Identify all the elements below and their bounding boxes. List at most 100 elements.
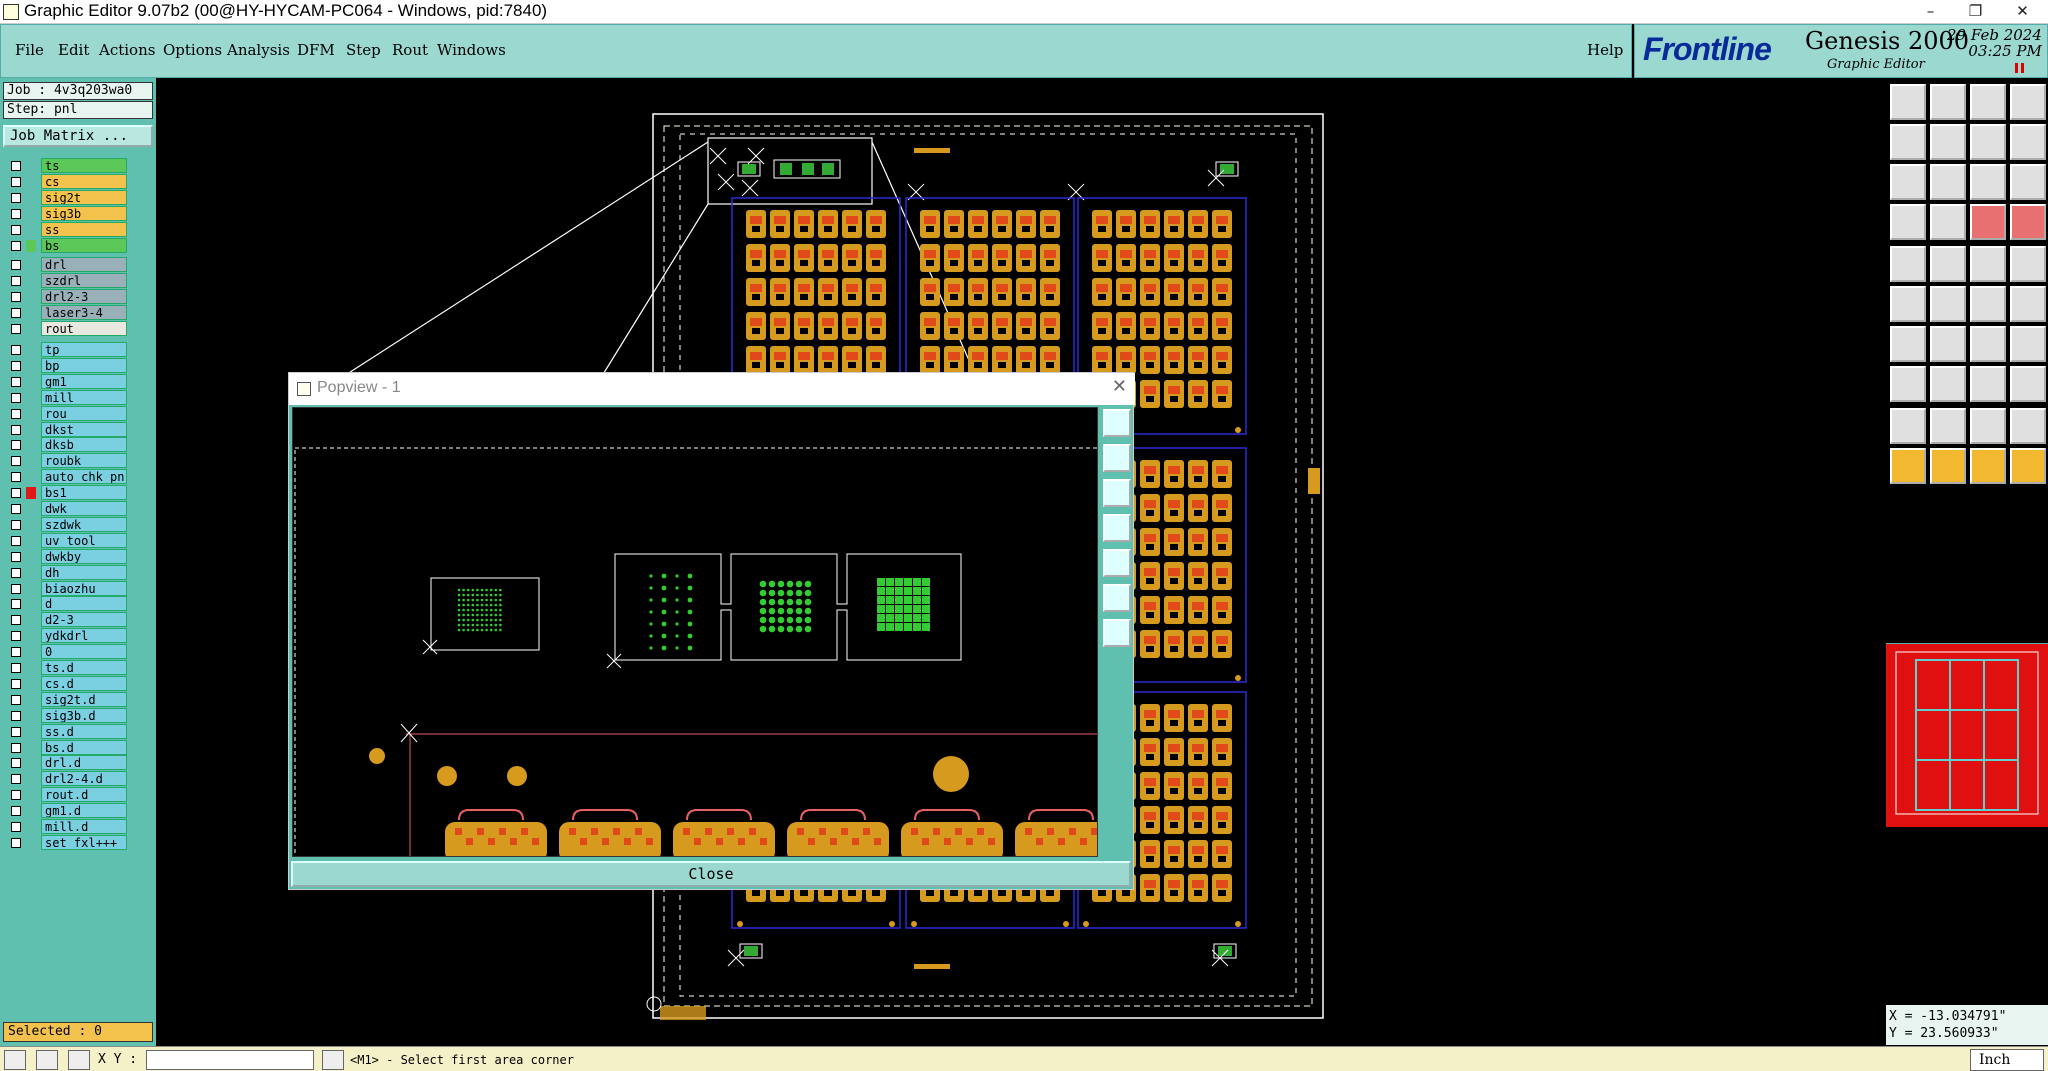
- layer-row[interactable]: sig2t.d: [4, 691, 127, 707]
- save-icon[interactable]: [1930, 84, 1966, 120]
- popview-window[interactable]: Popview - 1 ✕ Close: [288, 372, 1135, 890]
- layer-checkbox[interactable]: [11, 678, 21, 689]
- layer-checkbox[interactable]: [11, 583, 21, 594]
- layer-checkbox[interactable]: [11, 192, 21, 203]
- layer-row[interactable]: auto_chk_pn.: [4, 469, 127, 485]
- fit-icon[interactable]: [1890, 164, 1926, 200]
- layer-checkbox[interactable]: [11, 806, 21, 817]
- layer-checkbox[interactable]: [11, 535, 21, 546]
- dfm3-icon[interactable]: [1970, 408, 2006, 444]
- layer-checkbox[interactable]: [11, 440, 21, 451]
- layer-name[interactable]: tp: [41, 342, 127, 357]
- menu-dfm[interactable]: DFM: [297, 41, 335, 59]
- layer-checkbox[interactable]: [11, 323, 21, 334]
- layer-row[interactable]: sig3b: [4, 205, 127, 221]
- popview-zoom-out-icon[interactable]: [1103, 479, 1131, 507]
- snap-icon[interactable]: [1890, 366, 1926, 402]
- line-edit-icon[interactable]: [1890, 326, 1926, 362]
- layer-checkbox[interactable]: [11, 424, 21, 435]
- layer-name[interactable]: drl2-4.d: [41, 771, 127, 787]
- layer-name[interactable]: drl2-3: [41, 288, 127, 304]
- layer-checkbox[interactable]: [11, 307, 21, 318]
- menu-options[interactable]: Options: [163, 41, 222, 59]
- layer-row[interactable]: ydkdrl: [4, 628, 127, 644]
- layer-name[interactable]: bs1: [41, 485, 127, 501]
- layer-row[interactable]: uv_tool: [4, 532, 127, 548]
- ratio-icon[interactable]: [1970, 164, 2006, 200]
- layer-row[interactable]: dksb: [4, 437, 127, 453]
- layer-checkbox[interactable]: [11, 694, 21, 705]
- layer-checkbox[interactable]: [11, 376, 21, 387]
- layer-name[interactable]: ts.d: [41, 660, 127, 675]
- layer-checkbox[interactable]: [11, 240, 21, 251]
- layer-checkbox[interactable]: [11, 710, 21, 721]
- menu-help[interactable]: Help: [1587, 41, 1623, 59]
- layer-name[interactable]: 0: [41, 644, 127, 660]
- layer-name[interactable]: auto_chk_pn.: [41, 469, 127, 485]
- layer-row[interactable]: drl2-3: [4, 288, 127, 304]
- layer-checkbox[interactable]: [11, 742, 21, 753]
- maximize-button[interactable]: ❐: [1953, 0, 1998, 24]
- layer-checkbox[interactable]: [11, 456, 21, 467]
- layer-row[interactable]: tp: [4, 342, 127, 357]
- layer-name[interactable]: uv_tool: [41, 532, 127, 548]
- layer-name[interactable]: cs: [41, 173, 127, 189]
- popview-close-button[interactable]: Close: [291, 861, 1131, 887]
- filter-icon[interactable]: [1890, 204, 1926, 240]
- add-pad-icon[interactable]: [1890, 246, 1926, 282]
- layer-row[interactable]: rout.d: [4, 787, 127, 803]
- layer-name[interactable]: szdrl: [41, 272, 127, 288]
- menu-rout[interactable]: Rout: [392, 41, 428, 59]
- layer-row[interactable]: dh: [4, 564, 127, 580]
- layer-name[interactable]: szdwk: [41, 516, 127, 532]
- add-surface-icon[interactable]: [1970, 246, 2006, 282]
- layer-name[interactable]: ts: [41, 158, 127, 173]
- layer-name[interactable]: ydkdrl: [41, 628, 127, 644]
- grid-icon[interactable]: [68, 1050, 90, 1070]
- layer-checkbox[interactable]: [11, 208, 21, 219]
- layer-checkbox[interactable]: [11, 519, 21, 530]
- popview-zoom-in-icon[interactable]: [1103, 444, 1131, 472]
- layer-row[interactable]: 0: [4, 644, 127, 660]
- popview-canvas[interactable]: [292, 407, 1098, 857]
- layer-row[interactable]: szdrl: [4, 272, 127, 288]
- copy-icon[interactable]: [1970, 286, 2006, 322]
- snap-icon[interactable]: [4, 1050, 26, 1070]
- arc-icon[interactable]: [1970, 326, 2006, 362]
- measure-icon[interactable]: [1970, 366, 2006, 402]
- layer-name[interactable]: sig3b: [41, 205, 127, 221]
- layer-row[interactable]: d: [4, 596, 127, 612]
- transform-icon[interactable]: [2010, 366, 2046, 402]
- dfm4-icon[interactable]: [2010, 408, 2046, 444]
- layer-row[interactable]: bs1: [4, 485, 127, 501]
- layer-row[interactable]: dwkby: [4, 548, 127, 564]
- layer-row[interactable]: ts: [4, 158, 127, 173]
- layer-row[interactable]: dwk: [4, 501, 127, 516]
- delete-icon[interactable]: [1930, 286, 1966, 322]
- menu-step[interactable]: Step: [346, 41, 381, 59]
- move-icon[interactable]: [1890, 286, 1926, 322]
- layer-name[interactable]: bs: [41, 237, 127, 253]
- select-net-icon[interactable]: [1970, 448, 2006, 484]
- select-icon[interactable]: [1890, 448, 1926, 484]
- layer-name[interactable]: bp: [41, 357, 127, 373]
- layer-checkbox[interactable]: [11, 615, 21, 626]
- popview-pan-right-icon[interactable]: [1103, 549, 1131, 577]
- layer-name[interactable]: drl: [41, 257, 127, 272]
- layer-checkbox[interactable]: [11, 392, 21, 403]
- job-matrix-button[interactable]: Job Matrix ...: [3, 125, 153, 147]
- layer-name[interactable]: dwk: [41, 501, 127, 516]
- layer-row[interactable]: d2-3: [4, 612, 127, 628]
- layer-name[interactable]: sig2t: [41, 189, 127, 205]
- layer-name[interactable]: ss.d: [41, 723, 127, 739]
- popview-title-bar[interactable]: Popview - 1 ✕: [289, 373, 1135, 405]
- layer-row[interactable]: sig3b.d: [4, 707, 127, 723]
- slice-icon[interactable]: [1930, 326, 1966, 362]
- layer-name[interactable]: gm1.d: [41, 803, 127, 819]
- layer-checkbox[interactable]: [11, 176, 21, 187]
- import-icon[interactable]: [1890, 124, 1926, 160]
- layer-row[interactable]: biaozhu: [4, 580, 127, 596]
- center-icon[interactable]: [1930, 164, 1966, 200]
- layer-row[interactable]: bs.d: [4, 739, 127, 755]
- layer-checkbox[interactable]: [11, 837, 21, 848]
